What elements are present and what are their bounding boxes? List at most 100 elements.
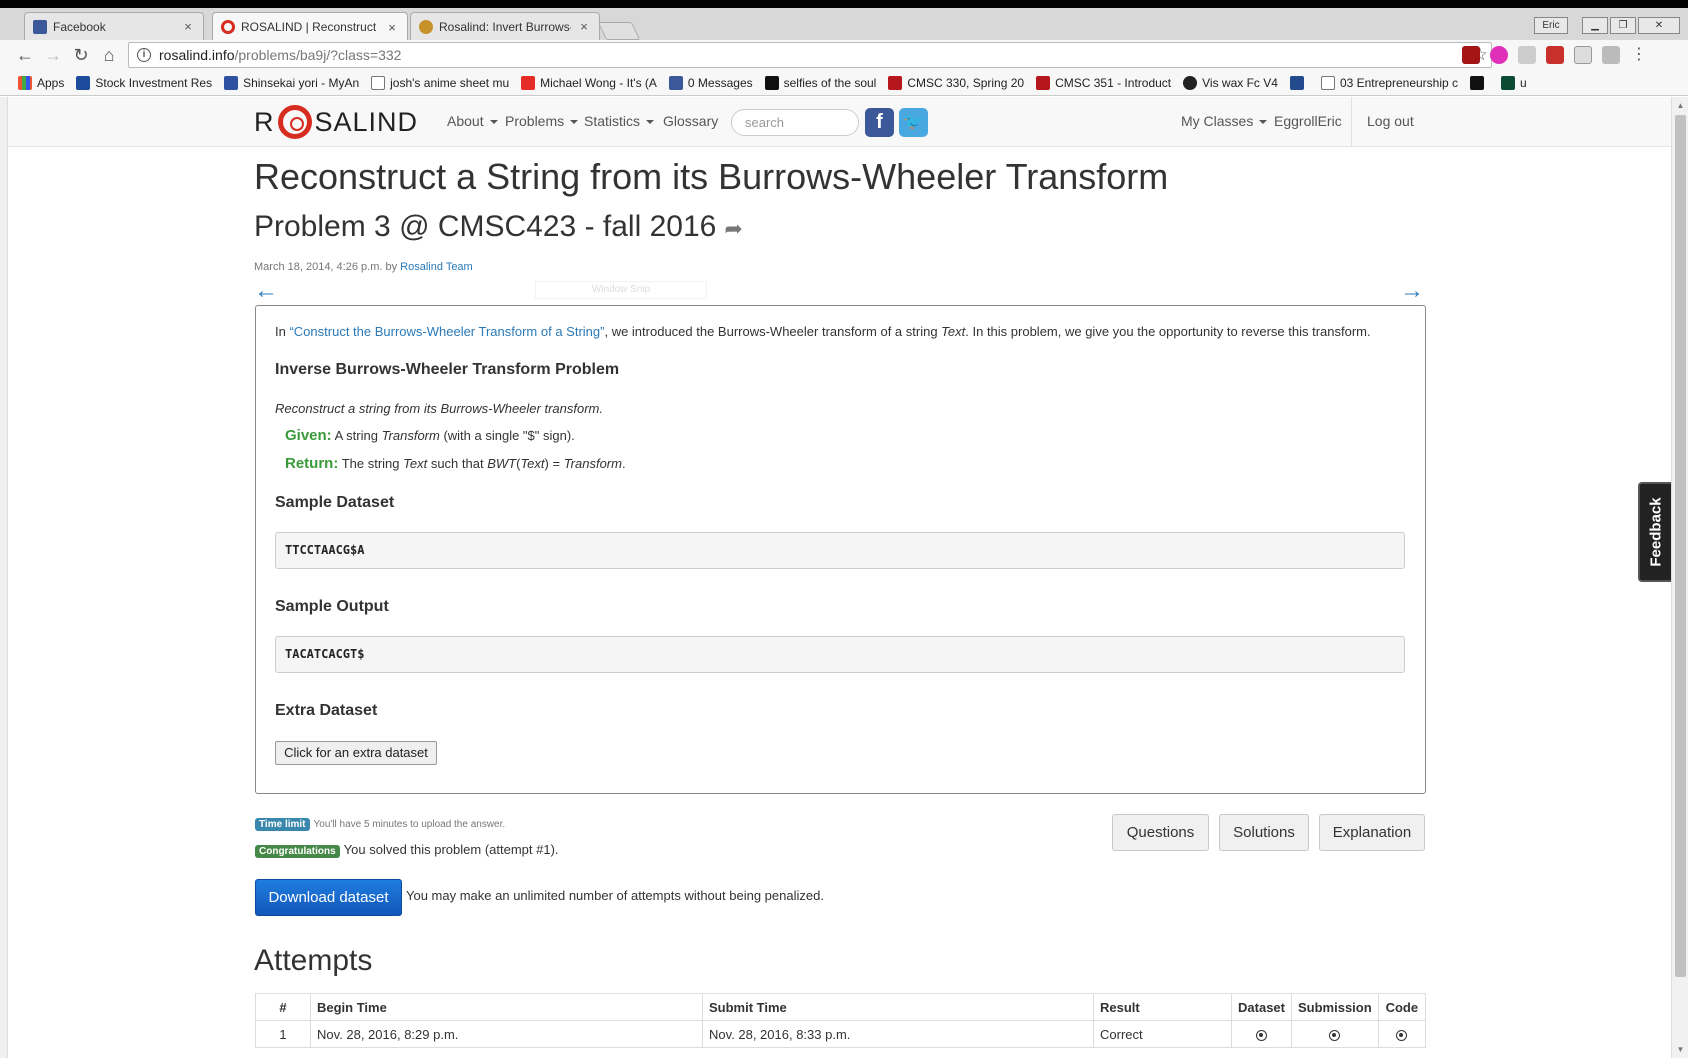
extension-icon[interactable] bbox=[1490, 46, 1508, 64]
bookmark-iw[interactable] bbox=[1470, 75, 1489, 90]
address-bar[interactable]: i rosalind.info/problems/ba9j/?class=332… bbox=[128, 42, 1492, 68]
ublock-icon[interactable] bbox=[1462, 46, 1480, 64]
tab-label: ROSALIND | Reconstruct bbox=[241, 20, 377, 34]
congrats-text: You solved this problem (attempt #1). bbox=[343, 842, 559, 857]
scrollbar-thumb[interactable] bbox=[1675, 115, 1686, 977]
tab-rosalind-reconstruct[interactable]: ROSALIND | Reconstruct × bbox=[212, 12, 408, 41]
rosalind-logo[interactable]: R SALIND bbox=[254, 105, 418, 139]
nav-about[interactable]: About bbox=[447, 113, 498, 129]
bookmark-selfies[interactable]: selfies of the soul bbox=[764, 75, 876, 90]
return-text: BWT bbox=[487, 456, 517, 471]
nav-problems-label: Problems bbox=[505, 113, 565, 129]
apps-grid-icon bbox=[18, 75, 32, 90]
nav-username[interactable]: EggrollEric bbox=[1274, 113, 1342, 129]
scroll-up-icon[interactable]: ▲ bbox=[1672, 97, 1688, 114]
nav-my-classes[interactable]: My Classes bbox=[1181, 113, 1268, 129]
tab-strip: Facebook × ROSALIND | Reconstruct × Rosa… bbox=[0, 8, 1688, 41]
solutions-button[interactable]: Solutions bbox=[1219, 814, 1309, 851]
reload-icon[interactable]: ↻ bbox=[70, 44, 92, 66]
pdf-icon[interactable] bbox=[1546, 46, 1564, 64]
return-text: . bbox=[621, 456, 626, 471]
twitter-icon[interactable]: 🐦 bbox=[899, 108, 928, 137]
maximize-icon[interactable]: ❐ bbox=[1610, 17, 1636, 34]
intro-text: Text bbox=[941, 324, 966, 339]
bookmark-cmsc351[interactable]: CMSC 351 - Introduct bbox=[1036, 75, 1171, 90]
bookmark-myanimelist[interactable]: Shinsekai yori - MyAn bbox=[224, 75, 360, 90]
menu-icon[interactable]: ⋮ bbox=[1630, 46, 1648, 64]
return-text: Text bbox=[403, 456, 428, 471]
tab-rosalind-invert[interactable]: Rosalind: Invert Burrows- × bbox=[410, 12, 600, 40]
attempt-submit-time: Nov. 28, 2016, 8:33 p.m. bbox=[702, 1020, 1094, 1048]
tab-facebook[interactable]: Facebook × bbox=[24, 12, 204, 40]
forward-icon[interactable]: → bbox=[42, 44, 64, 66]
bookmark-entrepreneurship[interactable]: 03 Entrepreneurship c bbox=[1320, 75, 1458, 90]
nav-logout[interactable]: Log out bbox=[1367, 113, 1414, 129]
author-link[interactable]: Rosalind Team bbox=[400, 261, 473, 273]
share-icon[interactable]: ➦ bbox=[724, 216, 742, 242]
nav-divider bbox=[1351, 97, 1352, 147]
tab-close-icon[interactable]: × bbox=[181, 19, 195, 34]
bookmark-messages[interactable]: 0 Messages bbox=[668, 75, 753, 90]
given-text: (with a single "$" sign). bbox=[439, 428, 575, 443]
feedback-label: Feedback bbox=[1647, 497, 1665, 567]
tab-close-icon[interactable]: × bbox=[385, 20, 399, 35]
construct-bwt-link[interactable]: “Construct the Burrows-Wheeler Transform… bbox=[289, 324, 604, 339]
minimize-icon[interactable]: ▁ bbox=[1582, 17, 1608, 34]
problem-heading: Inverse Burrows-Wheeler Transform Proble… bbox=[275, 361, 620, 378]
document-icon[interactable] bbox=[1574, 46, 1592, 64]
search-extension-icon[interactable] bbox=[1518, 46, 1536, 64]
bookmark-anime-sheet[interactable]: josh's anime sheet mu bbox=[371, 75, 509, 90]
left-edge bbox=[0, 97, 8, 1058]
attempt-result: Correct bbox=[1093, 1020, 1232, 1048]
col-dataset: Dataset bbox=[1231, 993, 1292, 1021]
page-title: Reconstruct a String from its Burrows-Wh… bbox=[254, 156, 1169, 197]
view-submission-icon[interactable] bbox=[1329, 1029, 1341, 1041]
view-code-icon[interactable] bbox=[1396, 1029, 1408, 1041]
profile-button[interactable]: Eric bbox=[1534, 17, 1568, 34]
intro-text: In bbox=[275, 324, 290, 339]
nav-statistics[interactable]: Statistics bbox=[584, 113, 655, 129]
nav-problems[interactable]: Problems bbox=[505, 113, 579, 129]
attempts-table: # Begin Time Submit Time Result Dataset … bbox=[255, 993, 1427, 1048]
explanation-button[interactable]: Explanation bbox=[1319, 814, 1425, 851]
browser-toolbar: ← → ↻ ⌂ i rosalind.info/problems/ba9j/?c… bbox=[0, 40, 1688, 70]
new-tab-button[interactable] bbox=[597, 22, 641, 40]
scroll-down-icon[interactable]: ▼ bbox=[1672, 1041, 1688, 1058]
bookmark-apps[interactable]: Apps bbox=[18, 75, 64, 90]
sample-output-box: TACATCACGT$ bbox=[275, 636, 1405, 673]
next-problem-arrow-icon[interactable]: → bbox=[1400, 277, 1424, 305]
time-limit-badge: Time limit bbox=[255, 818, 310, 831]
tab-close-icon[interactable]: × bbox=[577, 19, 591, 34]
url-text[interactable]: rosalind.info/problems/ba9j/?class=332 bbox=[159, 47, 1469, 63]
problem-statement: Reconstruct a string from its Burrows-Wh… bbox=[275, 401, 603, 416]
bookmark-label: Shinsekai yori - MyAn bbox=[243, 75, 360, 90]
search-input[interactable]: search bbox=[731, 109, 859, 136]
close-window-icon[interactable]: ✕ bbox=[1638, 17, 1680, 34]
window-snip-overlay: Window Snip bbox=[535, 281, 707, 299]
bookmark-youtube[interactable]: Michael Wong - It's (A bbox=[521, 75, 657, 90]
extra-dataset-button[interactable]: Click for an extra dataset bbox=[275, 741, 437, 765]
logo-o-icon bbox=[277, 105, 312, 139]
view-dataset-icon[interactable] bbox=[1256, 1029, 1267, 1041]
extension-icon[interactable] bbox=[1602, 46, 1620, 64]
logo-text-left: R bbox=[254, 106, 275, 137]
bookmark-ibd[interactable]: Stock Investment Res bbox=[76, 75, 212, 90]
col-result: Result bbox=[1093, 993, 1232, 1021]
bookmark-vis-wax[interactable]: Vis wax Fc V4 bbox=[1183, 75, 1278, 90]
page-scrollbar[interactable]: ▲ ▼ bbox=[1671, 97, 1688, 1058]
feedback-tab[interactable]: Feedback bbox=[1638, 482, 1672, 582]
intro-text: . In this problem, we give you the oppor… bbox=[965, 324, 1371, 339]
bookmark-m[interactable] bbox=[1289, 75, 1309, 90]
bookmark-cmsc330[interactable]: CMSC 330, Spring 20 bbox=[888, 75, 1024, 90]
site-info-icon[interactable]: i bbox=[137, 48, 151, 62]
nav-glossary[interactable]: Glossary bbox=[663, 113, 718, 129]
home-icon[interactable]: ⌂ bbox=[98, 44, 120, 66]
bookmarks-bar: Apps Stock Investment Res Shinsekai yori… bbox=[0, 70, 1688, 96]
back-icon[interactable]: ← bbox=[14, 44, 36, 66]
questions-button[interactable]: Questions bbox=[1112, 814, 1209, 851]
bookmark-dj[interactable]: u bbox=[1501, 75, 1527, 90]
download-dataset-button[interactable]: Download dataset bbox=[255, 879, 402, 916]
bookmark-label: u bbox=[1520, 75, 1527, 90]
facebook-icon[interactable]: f bbox=[865, 108, 894, 137]
prev-problem-arrow-icon[interactable]: ← bbox=[254, 277, 278, 305]
